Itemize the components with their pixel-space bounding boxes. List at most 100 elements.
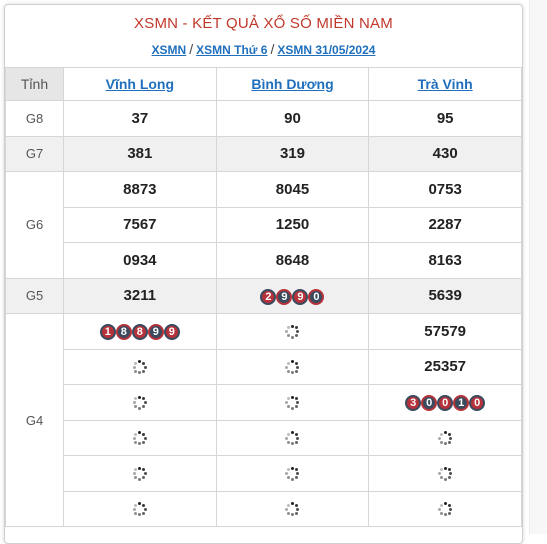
breadcrumb-separator: / xyxy=(189,41,194,57)
loading-spinner-icon xyxy=(285,502,300,517)
result-pending xyxy=(63,419,217,456)
table-row-g7: G7 381 319 430 xyxy=(5,135,522,172)
prize-label-g8: G8 xyxy=(5,100,64,137)
result-rolling: 2990 xyxy=(215,277,370,314)
result-value: 8045 xyxy=(215,171,370,208)
table-row-g8: G8 37 90 95 xyxy=(5,100,522,137)
province-link-binh-duong[interactable]: Bình Dương xyxy=(251,76,333,92)
breadcrumb-separator: / xyxy=(270,41,275,57)
loading-spinner-icon xyxy=(285,360,300,375)
table-row-g4: 25357 xyxy=(6,348,522,385)
province-link-vinh-long[interactable]: Vĩnh Long xyxy=(106,76,174,92)
number-ball: 9 xyxy=(276,288,293,305)
result-value: 7567 xyxy=(63,206,217,243)
table-row-g6: 0934 8648 8163 xyxy=(6,242,522,279)
result-pending xyxy=(63,384,217,421)
loading-spinner-icon xyxy=(438,502,453,517)
result-value: 5639 xyxy=(368,277,522,314)
column-header-binh-duong: Bình Dương xyxy=(215,67,370,101)
number-ball: 8 xyxy=(115,324,132,341)
result-pending xyxy=(63,490,217,527)
result-rolling: 30010 xyxy=(368,384,522,421)
result-value: 1250 xyxy=(215,206,370,243)
page-title: XSMN - KẾT QUẢ XỔ SỐ MIỀN NAM xyxy=(134,15,393,32)
prize-label-g6: G6 xyxy=(5,171,64,279)
rolling-balls: 30010 xyxy=(405,395,486,412)
result-pending xyxy=(368,455,522,492)
loading-spinner-icon xyxy=(132,466,147,481)
table-row-g4 xyxy=(6,455,522,492)
number-ball: 0 xyxy=(421,395,438,412)
rolling-balls: 2990 xyxy=(260,288,325,305)
number-ball: 9 xyxy=(147,324,164,341)
result-value: 381 xyxy=(63,135,217,172)
table-row-g4: 30010 xyxy=(6,384,522,421)
prize-label-g4: G4 xyxy=(5,313,64,527)
result-pending xyxy=(215,348,370,385)
number-ball: 0 xyxy=(469,395,486,412)
result-value: 37 xyxy=(63,100,217,137)
result-value: 8873 xyxy=(63,171,217,208)
result-pending xyxy=(215,419,370,456)
result-pending xyxy=(215,490,370,527)
result-value: 2287 xyxy=(368,206,522,243)
result-value: 95 xyxy=(368,100,522,137)
prize-label-g7: G7 xyxy=(5,135,64,172)
number-ball: 1 xyxy=(453,395,470,412)
number-ball: 9 xyxy=(292,288,309,305)
loading-spinner-icon xyxy=(132,395,147,410)
result-value: 430 xyxy=(368,135,522,172)
table-header-row: Tỉnh Vĩnh Long Bình Dương Trà Vinh xyxy=(5,67,522,101)
table-row-g4 xyxy=(6,490,522,527)
breadcrumb-xsmn[interactable]: XSMN xyxy=(152,43,187,57)
loading-spinner-icon xyxy=(285,431,300,446)
page-scrollbar[interactable] xyxy=(529,0,547,534)
table-row-g5: G5 3211 2990 5639 xyxy=(5,277,522,314)
table-row-g6: G6 8873 8045 0753 xyxy=(5,171,522,279)
results-panel: XSMN - KẾT QUẢ XỔ SỐ MIỀN NAM XSMN / XSMN … xyxy=(4,4,523,544)
column-header-vinh-long: Vĩnh Long xyxy=(63,67,217,101)
result-pending xyxy=(368,419,522,456)
result-value: 0934 xyxy=(63,242,217,279)
prize-label-g5: G5 xyxy=(5,277,64,314)
result-rolling: 18899 xyxy=(63,313,217,350)
result-pending xyxy=(63,348,217,385)
loading-spinner-icon xyxy=(285,466,300,481)
loading-spinner-icon xyxy=(132,360,147,375)
result-value: 25357 xyxy=(368,348,522,385)
number-ball: 0 xyxy=(437,395,454,412)
results-header: XSMN - KẾT QUẢ XỔ SỐ MIỀN NAM XSMN / XSMN … xyxy=(5,5,522,67)
breadcrumb-xsmn-date[interactable]: XSMN 31/05/2024 xyxy=(277,43,375,57)
column-header-tra-vinh: Trà Vinh xyxy=(368,67,522,101)
number-ball: 2 xyxy=(260,288,277,305)
number-ball: 1 xyxy=(99,324,116,341)
number-ball: 9 xyxy=(163,324,180,341)
breadcrumb: XSMN / XSMN Thứ 6/XSMN 31/05/2024 xyxy=(5,41,522,57)
result-value: 319 xyxy=(215,135,370,172)
number-ball: 8 xyxy=(131,324,148,341)
loading-spinner-icon xyxy=(132,431,147,446)
result-value: 57579 xyxy=(368,313,522,350)
loading-spinner-icon xyxy=(438,466,453,481)
loading-spinner-icon xyxy=(438,431,453,446)
breadcrumb-xsmn-thu6[interactable]: XSMN Thứ 6 xyxy=(196,43,267,57)
loading-spinner-icon xyxy=(285,324,300,339)
result-pending xyxy=(215,313,370,350)
result-value: 0753 xyxy=(368,171,522,208)
result-value: 3211 xyxy=(63,277,217,314)
table-row-g4: G4 18899 57579 xyxy=(5,313,522,527)
result-pending xyxy=(215,384,370,421)
results-table: Tỉnh Vĩnh Long Bình Dương Trà Vinh G8 37… xyxy=(5,67,522,527)
table-row-g4 xyxy=(6,419,522,456)
table-row-g6: 7567 1250 2287 xyxy=(6,206,522,243)
loading-spinner-icon xyxy=(132,502,147,517)
result-pending xyxy=(215,455,370,492)
number-ball: 0 xyxy=(308,288,325,305)
province-link-tra-vinh[interactable]: Trà Vinh xyxy=(418,76,473,92)
result-value: 8163 xyxy=(368,242,522,279)
loading-spinner-icon xyxy=(285,395,300,410)
number-ball: 3 xyxy=(405,395,422,412)
result-pending xyxy=(63,455,217,492)
result-value: 8648 xyxy=(215,242,370,279)
result-pending xyxy=(368,490,522,527)
